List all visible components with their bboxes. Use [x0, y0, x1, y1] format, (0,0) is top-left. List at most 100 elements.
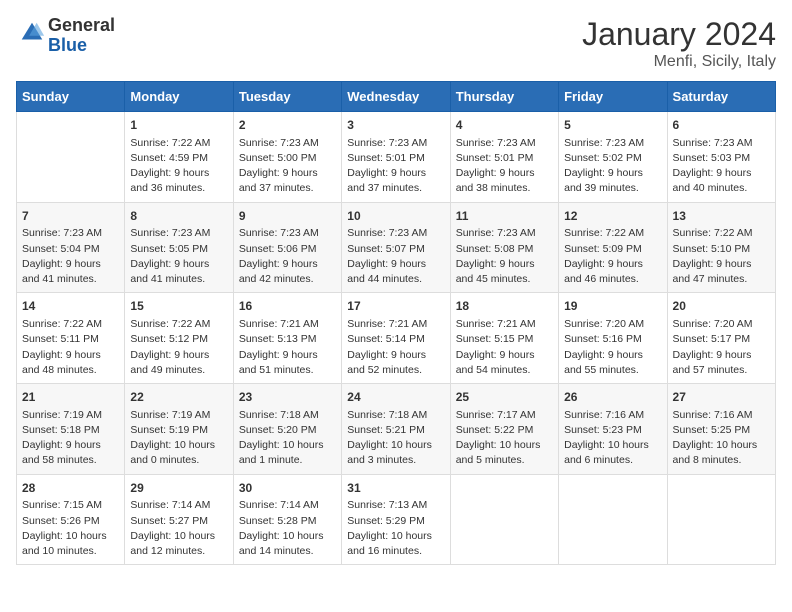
calendar-cell — [667, 474, 775, 565]
day-number: 27 — [673, 389, 770, 406]
day-detail: Sunrise: 7:16 AM Sunset: 5:23 PM Dayligh… — [564, 408, 661, 469]
calendar-week-3: 21 Sunrise: 7:19 AM Sunset: 5:18 PM Dayli… — [17, 384, 776, 475]
day-detail: Sunrise: 7:22 AM Sunset: 5:11 PM Dayligh… — [22, 317, 119, 378]
calendar-subtitle: Menfi, Sicily, Italy — [582, 53, 776, 71]
calendar-cell: 22 Sunrise: 7:19 AM Sunset: 5:19 PM Dayli… — [125, 384, 233, 475]
day-number: 16 — [239, 298, 336, 315]
header-monday: Monday — [125, 82, 233, 112]
day-number: 4 — [456, 117, 553, 134]
calendar-week-4: 28Sunrise: 7:15 AM Sunset: 5:26 PM Dayli… — [17, 474, 776, 565]
logo-icon — [18, 19, 46, 47]
day-number: 28 — [22, 480, 119, 497]
day-number: 25 — [456, 389, 553, 406]
calendar-cell: 27 Sunrise: 7:16 AM Sunset: 5:25 PM Dayli… — [667, 384, 775, 475]
day-detail: Sunrise: 7:23 AM Sunset: 5:00 PM Dayligh… — [239, 136, 336, 197]
day-number: 10 — [347, 208, 444, 225]
day-detail: Sunrise: 7:14 AM Sunset: 5:27 PM Dayligh… — [130, 498, 227, 559]
day-detail: Sunrise: 7:18 AM Sunset: 5:21 PM Dayligh… — [347, 408, 444, 469]
day-number: 26 — [564, 389, 661, 406]
day-detail: Sunrise: 7:23 AM Sunset: 5:04 PM Dayligh… — [22, 226, 119, 287]
day-number: 5 — [564, 117, 661, 134]
day-detail: Sunrise: 7:21 AM Sunset: 5:13 PM Dayligh… — [239, 317, 336, 378]
calendar-cell: 11Sunrise: 7:23 AM Sunset: 5:08 PM Dayli… — [450, 202, 558, 293]
calendar-cell: 26 Sunrise: 7:16 AM Sunset: 5:23 PM Dayli… — [559, 384, 667, 475]
day-detail: Sunrise: 7:20 AM Sunset: 5:17 PM Dayligh… — [673, 317, 770, 378]
day-number: 23 — [239, 389, 336, 406]
calendar-cell: 1 Sunrise: 7:22 AM Sunset: 4:59 PM Daylig… — [125, 112, 233, 203]
day-detail: Sunrise: 7:23 AM Sunset: 5:08 PM Dayligh… — [456, 226, 553, 287]
day-number: 20 — [673, 298, 770, 315]
day-detail: Sunrise: 7:21 AM Sunset: 5:15 PM Dayligh… — [456, 317, 553, 378]
calendar-cell: 6 Sunrise: 7:23 AM Sunset: 5:03 PM Daylig… — [667, 112, 775, 203]
day-number: 22 — [130, 389, 227, 406]
header-wednesday: Wednesday — [342, 82, 450, 112]
calendar-header-row: SundayMondayTuesdayWednesdayThursdayFrid… — [17, 82, 776, 112]
calendar-cell: 21 Sunrise: 7:19 AM Sunset: 5:18 PM Dayli… — [17, 384, 125, 475]
header-saturday: Saturday — [667, 82, 775, 112]
day-number: 3 — [347, 117, 444, 134]
calendar-cell: 7Sunrise: 7:23 AM Sunset: 5:04 PM Daylig… — [17, 202, 125, 293]
day-number: 13 — [673, 208, 770, 225]
day-number: 9 — [239, 208, 336, 225]
day-detail: Sunrise: 7:14 AM Sunset: 5:28 PM Dayligh… — [239, 498, 336, 559]
header-sunday: Sunday — [17, 82, 125, 112]
calendar-cell: 5 Sunrise: 7:23 AM Sunset: 5:02 PM Daylig… — [559, 112, 667, 203]
day-detail: Sunrise: 7:22 AM Sunset: 5:09 PM Dayligh… — [564, 226, 661, 287]
day-number: 11 — [456, 208, 553, 225]
calendar-cell: 10Sunrise: 7:23 AM Sunset: 5:07 PM Dayli… — [342, 202, 450, 293]
logo: General Blue — [16, 16, 115, 56]
day-detail: Sunrise: 7:23 AM Sunset: 5:07 PM Dayligh… — [347, 226, 444, 287]
day-detail: Sunrise: 7:16 AM Sunset: 5:25 PM Dayligh… — [673, 408, 770, 469]
calendar-week-1: 7Sunrise: 7:23 AM Sunset: 5:04 PM Daylig… — [17, 202, 776, 293]
day-detail: Sunrise: 7:23 AM Sunset: 5:03 PM Dayligh… — [673, 136, 770, 197]
day-number: 15 — [130, 298, 227, 315]
day-detail: Sunrise: 7:19 AM Sunset: 5:18 PM Dayligh… — [22, 408, 119, 469]
calendar-cell: 18 Sunrise: 7:21 AM Sunset: 5:15 PM Dayli… — [450, 293, 558, 384]
title-block: January 2024 Menfi, Sicily, Italy — [582, 16, 776, 71]
calendar-title: January 2024 — [582, 16, 776, 53]
day-number: 6 — [673, 117, 770, 134]
day-detail: Sunrise: 7:23 AM Sunset: 5:02 PM Dayligh… — [564, 136, 661, 197]
calendar-cell: 2 Sunrise: 7:23 AM Sunset: 5:00 PM Daylig… — [233, 112, 341, 203]
day-detail: Sunrise: 7:18 AM Sunset: 5:20 PM Dayligh… — [239, 408, 336, 469]
calendar-cell: 9Sunrise: 7:23 AM Sunset: 5:06 PM Daylig… — [233, 202, 341, 293]
logo-blue-text: Blue — [48, 35, 87, 55]
calendar-cell: 13Sunrise: 7:22 AM Sunset: 5:10 PM Dayli… — [667, 202, 775, 293]
day-detail: Sunrise: 7:17 AM Sunset: 5:22 PM Dayligh… — [456, 408, 553, 469]
day-detail: Sunrise: 7:22 AM Sunset: 5:10 PM Dayligh… — [673, 226, 770, 287]
day-detail: Sunrise: 7:22 AM Sunset: 4:59 PM Dayligh… — [130, 136, 227, 197]
calendar-cell: 25 Sunrise: 7:17 AM Sunset: 5:22 PM Dayli… — [450, 384, 558, 475]
calendar-cell: 16 Sunrise: 7:21 AM Sunset: 5:13 PM Dayli… — [233, 293, 341, 384]
day-detail: Sunrise: 7:21 AM Sunset: 5:14 PM Dayligh… — [347, 317, 444, 378]
logo-general-text: General — [48, 15, 115, 35]
calendar-cell — [450, 474, 558, 565]
day-detail: Sunrise: 7:20 AM Sunset: 5:16 PM Dayligh… — [564, 317, 661, 378]
day-detail: Sunrise: 7:19 AM Sunset: 5:19 PM Dayligh… — [130, 408, 227, 469]
calendar-cell: 28Sunrise: 7:15 AM Sunset: 5:26 PM Dayli… — [17, 474, 125, 565]
calendar-cell: 31Sunrise: 7:13 AM Sunset: 5:29 PM Dayli… — [342, 474, 450, 565]
day-detail: Sunrise: 7:22 AM Sunset: 5:12 PM Dayligh… — [130, 317, 227, 378]
calendar-cell: 8Sunrise: 7:23 AM Sunset: 5:05 PM Daylig… — [125, 202, 233, 293]
calendar-cell: 30Sunrise: 7:14 AM Sunset: 5:28 PM Dayli… — [233, 474, 341, 565]
day-number: 12 — [564, 208, 661, 225]
calendar-cell: 20 Sunrise: 7:20 AM Sunset: 5:17 PM Dayli… — [667, 293, 775, 384]
calendar-cell: 29Sunrise: 7:14 AM Sunset: 5:27 PM Dayli… — [125, 474, 233, 565]
calendar-cell — [17, 112, 125, 203]
day-number: 1 — [130, 117, 227, 134]
calendar-cell: 23 Sunrise: 7:18 AM Sunset: 5:20 PM Dayli… — [233, 384, 341, 475]
calendar-cell: 3Sunrise: 7:23 AM Sunset: 5:01 PM Daylig… — [342, 112, 450, 203]
day-number: 18 — [456, 298, 553, 315]
day-number: 24 — [347, 389, 444, 406]
calendar-cell: 17Sunrise: 7:21 AM Sunset: 5:14 PM Dayli… — [342, 293, 450, 384]
calendar-cell: 19Sunrise: 7:20 AM Sunset: 5:16 PM Dayli… — [559, 293, 667, 384]
day-number: 21 — [22, 389, 119, 406]
calendar-week-2: 14Sunrise: 7:22 AM Sunset: 5:11 PM Dayli… — [17, 293, 776, 384]
calendar-cell: 14Sunrise: 7:22 AM Sunset: 5:11 PM Dayli… — [17, 293, 125, 384]
day-detail: Sunrise: 7:15 AM Sunset: 5:26 PM Dayligh… — [22, 498, 119, 559]
day-number: 2 — [239, 117, 336, 134]
day-number: 31 — [347, 480, 444, 497]
calendar-cell: 24 Sunrise: 7:18 AM Sunset: 5:21 PM Dayli… — [342, 384, 450, 475]
calendar-body: 1 Sunrise: 7:22 AM Sunset: 4:59 PM Daylig… — [17, 112, 776, 565]
calendar-week-0: 1 Sunrise: 7:22 AM Sunset: 4:59 PM Daylig… — [17, 112, 776, 203]
header-tuesday: Tuesday — [233, 82, 341, 112]
